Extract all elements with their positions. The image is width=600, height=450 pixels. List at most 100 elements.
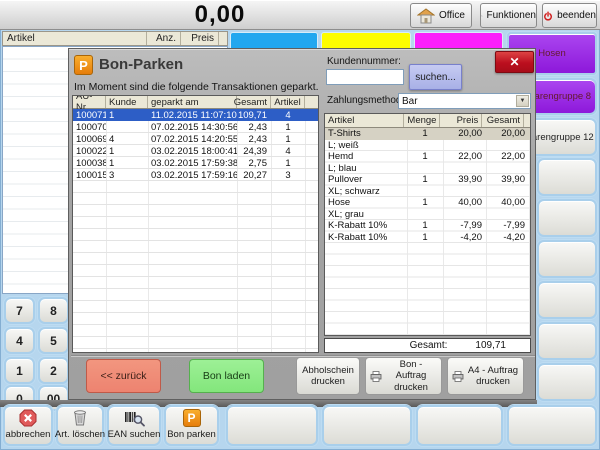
ean-suchen-label: EAN suchen (108, 429, 161, 440)
transactions-body: 100071111.02.2015 11:07:10109,714 100070… (73, 109, 318, 353)
key-label: 8 (50, 304, 57, 318)
printer-icon (452, 371, 464, 382)
artikel-loeschen-label: Art. löschen (55, 429, 105, 440)
cell-artikel: K-Rabatt 10% (325, 220, 407, 232)
item-row[interactable]: K-Rabatt 10%1-7,99-7,99 (325, 220, 530, 232)
item-row[interactable]: Hose140,0040,00 (325, 197, 530, 209)
cell-gesamt: 40,00 (486, 197, 529, 209)
article-list-header: Artikel Anz. Preis (2, 31, 228, 46)
cell-gesamt: 20,00 (486, 128, 529, 140)
kundennummer-input[interactable] (326, 69, 404, 85)
cell-menge: 1 (407, 174, 443, 186)
item-row[interactable]: Hemd122,0022,00 (325, 151, 530, 163)
item-row[interactable]: L; blau (325, 163, 530, 175)
beenden-button[interactable]: beenden (542, 3, 597, 28)
pos-screen: 0,00 Office Funktionen beenden Artikel A… (0, 0, 600, 450)
cell-au-nr: 100022 (73, 145, 106, 157)
ean-suchen-button[interactable]: EAN suchen (107, 405, 161, 446)
item-row[interactable]: XL; grau (325, 209, 530, 221)
cell-artikel: 1 (271, 133, 305, 145)
column-geparkt-am: geparkt am (148, 96, 237, 108)
category-button-empty[interactable] (537, 199, 597, 237)
transaction-row[interactable]: 10007007.02.2015 14:30:562,431 (73, 121, 318, 133)
category-button-empty[interactable] (537, 240, 597, 278)
item-row[interactable]: T-Shirts120,0020,00 (325, 128, 530, 140)
cell-geparkt-am: 07.02.2015 14:30:56 (148, 121, 237, 133)
park-letter: P (79, 58, 88, 73)
item-row[interactable]: Pullover139,9039,90 (325, 174, 530, 186)
category-button-empty[interactable] (537, 322, 597, 360)
a4-auftrag-drucken-button[interactable]: A4 - Auftrag drucken (447, 357, 524, 395)
item-row[interactable]: K-Rabatt 10%1-4,20-4,20 (325, 232, 530, 244)
items-table: Artikel Menge Preis Gesamt T-Shirts120,0… (324, 113, 531, 336)
cell-artikel: T-Shirts (325, 128, 407, 140)
numpad-key-5[interactable]: 5 (38, 327, 69, 354)
cell-gesamt (486, 186, 529, 198)
transaction-row[interactable]: 100069407.02.2015 14:20:552,431 (73, 133, 318, 145)
cell-preis: 22,00 (443, 151, 486, 163)
bon-auftrag-label: Bon - Auftrag drucken (385, 359, 437, 393)
category-button-empty[interactable] (537, 363, 597, 401)
numpad-key-4[interactable]: 4 (4, 327, 35, 354)
cell-preis (443, 140, 486, 152)
cell-kunde (106, 121, 148, 133)
column-filler (524, 114, 530, 127)
artikel-loeschen-button[interactable]: Art. löschen (56, 405, 104, 446)
office-button[interactable]: Office (410, 3, 472, 28)
abbrechen-button[interactable]: abbrechen (3, 405, 53, 446)
abholschein-drucken-button[interactable]: Abholschein drucken (296, 357, 360, 395)
cell-gesamt: 39,90 (486, 174, 529, 186)
cell-menge: 1 (407, 197, 443, 209)
cell-preis: 40,00 (443, 197, 486, 209)
cell-artikel: 4 (271, 109, 305, 121)
transaction-row[interactable]: 100015303.02.2015 17:59:1620,273 (73, 169, 318, 181)
bon-auftrag-drucken-button[interactable]: Bon - Auftrag drucken (365, 357, 442, 395)
cell-preis (443, 209, 486, 221)
transaction-row[interactable]: 100022103.02.2015 18:00:4124,394 (73, 145, 318, 157)
key-label: 1 (16, 364, 23, 378)
cell-gesamt: 109,71 (237, 109, 271, 121)
cell-geparkt-am: 03.02.2015 17:59:16 (148, 169, 237, 181)
office-label: Office (439, 10, 465, 21)
bon-parken-button[interactable]: P Bon parken (164, 405, 219, 446)
chevron-down-icon[interactable]: ▼ (516, 95, 529, 107)
toolbar-button-empty[interactable] (507, 405, 597, 446)
numpad-key-7[interactable]: 7 (4, 297, 35, 324)
toolbar-button-empty[interactable] (226, 405, 318, 446)
column-artikel: Artikel (271, 96, 305, 108)
category-button-empty[interactable] (537, 158, 597, 196)
funktionen-button[interactable]: Funktionen (480, 3, 537, 28)
item-row[interactable]: L; weiß (325, 140, 530, 152)
zurueck-button[interactable]: << zurück (86, 359, 161, 393)
cell-preis: -7,99 (443, 220, 486, 232)
cell-kunde: 1 (106, 157, 148, 169)
numpad-key-8[interactable]: 8 (38, 297, 69, 324)
item-row[interactable]: XL; schwarz (325, 186, 530, 198)
numpad-key-2[interactable]: 2 (38, 357, 69, 384)
cell-kunde: 3 (106, 169, 148, 181)
abbrechen-label: abbrechen (6, 429, 51, 440)
suchen-button[interactable]: suchen... (409, 64, 462, 90)
toolbar-button-empty[interactable] (416, 405, 503, 446)
close-button[interactable]: ✕ (495, 51, 534, 73)
cell-menge (407, 163, 443, 175)
cell-au-nr: 100070 (73, 121, 106, 133)
cell-gesamt: 24,39 (237, 145, 271, 157)
key-label: 2 (50, 364, 57, 378)
suchen-label: suchen... (415, 72, 456, 83)
transaction-row[interactable]: 100071111.02.2015 11:07:10109,714 (73, 109, 318, 121)
category-button-empty[interactable] (537, 281, 597, 319)
column-filler (219, 32, 227, 45)
cell-artikel: L; blau (325, 163, 407, 175)
transaction-row[interactable]: 100038103.02.2015 17:59:382,751 (73, 157, 318, 169)
key-label: 5 (50, 334, 57, 348)
zahlungsmethode-select[interactable]: Bar ▼ (398, 93, 531, 109)
cell-au-nr: 100069 (73, 133, 106, 145)
cell-gesamt: 22,00 (486, 151, 529, 163)
cell-menge: 1 (407, 151, 443, 163)
toolbar-button-empty[interactable] (322, 405, 412, 446)
bon-laden-button[interactable]: Bon laden (189, 359, 264, 393)
column-menge: Menge (404, 114, 440, 127)
numpad-key-1[interactable]: 1 (4, 357, 35, 384)
cell-menge (407, 209, 443, 221)
